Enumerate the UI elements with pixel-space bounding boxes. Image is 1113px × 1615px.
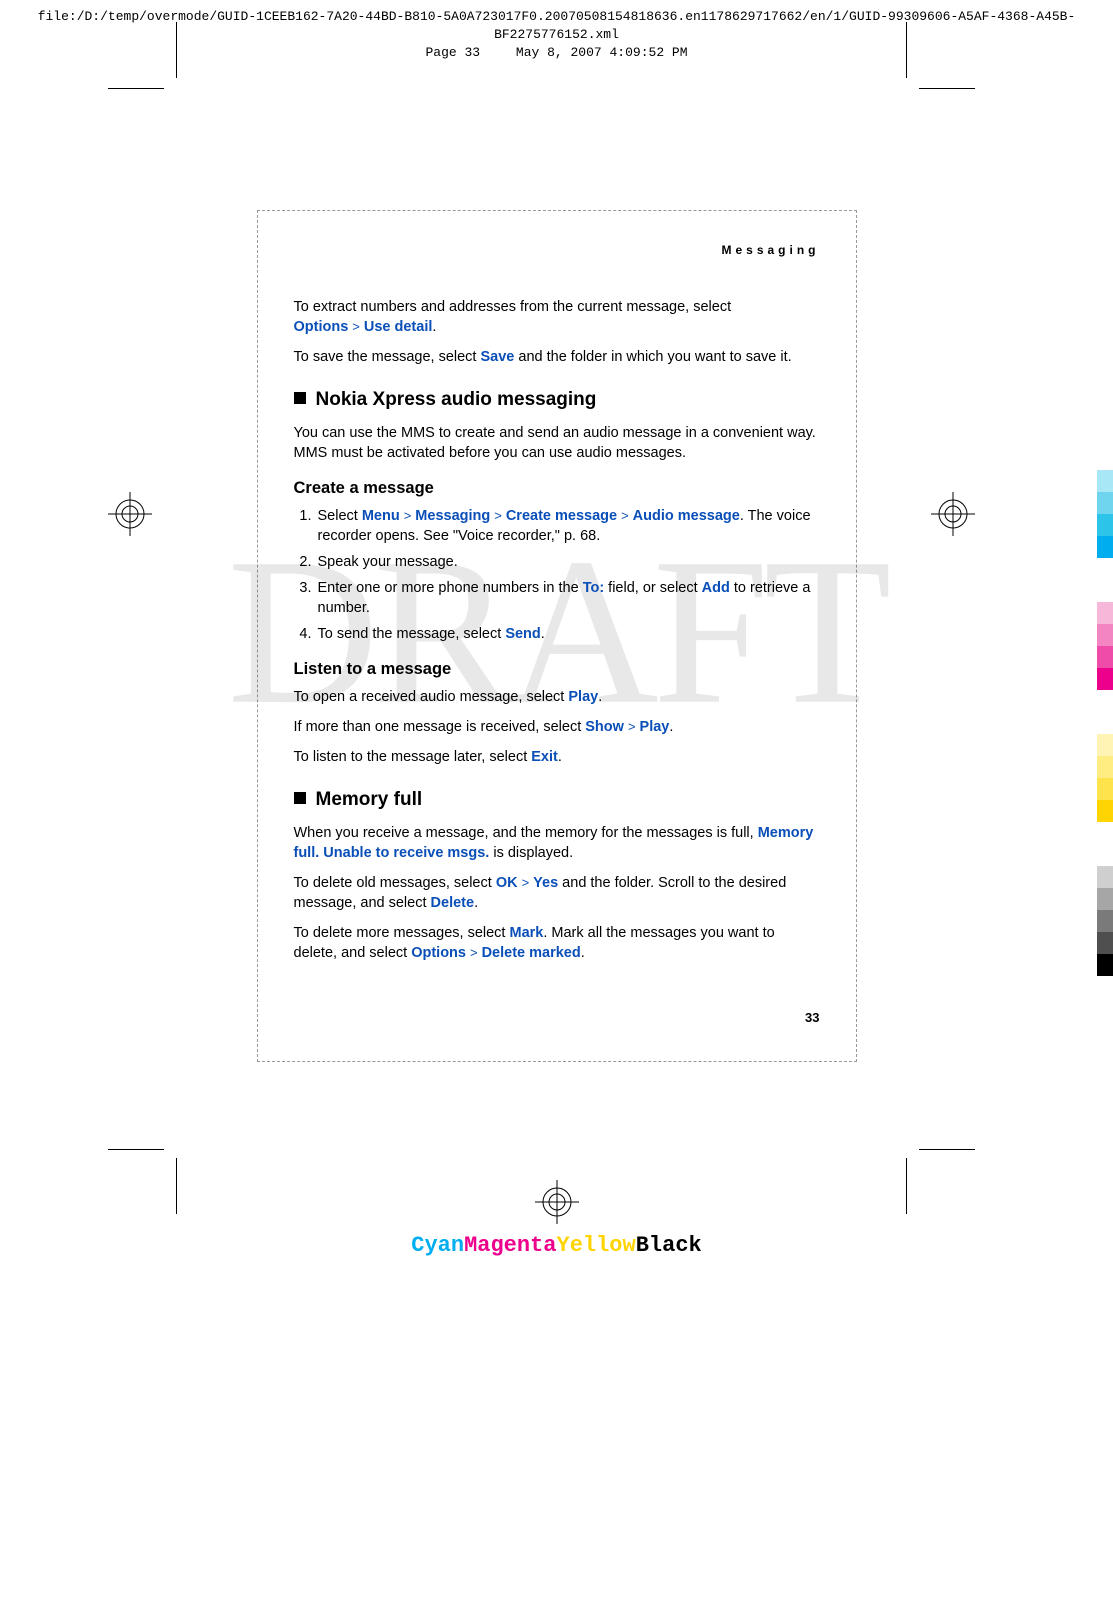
chevron-right-icon: > xyxy=(404,508,412,523)
menu-path-item: Save xyxy=(481,349,515,365)
menu-path-item: Play xyxy=(568,689,598,705)
crop-mark xyxy=(176,1158,177,1214)
square-bullet-icon xyxy=(294,392,306,404)
chevron-right-icon: > xyxy=(621,508,629,523)
chevron-right-icon: > xyxy=(352,319,360,334)
registration-mark-icon xyxy=(108,492,152,536)
crop-mark xyxy=(919,88,975,89)
page-area: DRAFT Messaging To extract numbers and a… xyxy=(0,70,1113,1282)
menu-path-item: Messaging xyxy=(415,508,490,524)
color-calibration-bars xyxy=(1097,470,1113,976)
file-meta-line: Page 33 May 8, 2007 4:09:52 PM xyxy=(0,45,1113,70)
menu-path-item: Play xyxy=(640,719,670,735)
menu-path-item: Use detail xyxy=(364,319,433,335)
paragraph: To extract numbers and addresses from th… xyxy=(294,297,820,337)
text: Select xyxy=(318,508,362,524)
crop-mark xyxy=(176,22,177,78)
text: To delete old messages, select xyxy=(294,875,496,891)
black-label: Black xyxy=(636,1233,702,1258)
menu-path-item: Menu xyxy=(362,508,400,524)
text: and the folder in which you want to save… xyxy=(514,349,791,365)
menu-path-item: Send xyxy=(505,626,540,642)
paragraph: To delete old messages, select OK>Yes an… xyxy=(294,873,820,913)
registration-mark-icon xyxy=(535,1180,579,1224)
paragraph: To save the message, select Save and the… xyxy=(294,347,820,367)
text: To delete more messages, select xyxy=(294,925,510,941)
text: . xyxy=(558,749,562,765)
build-timestamp: May 8, 2007 4:09:52 PM xyxy=(516,45,688,60)
crop-mark xyxy=(108,88,164,89)
text: To open a received audio message, select xyxy=(294,689,569,705)
menu-path-item: Options xyxy=(294,319,349,335)
text: . xyxy=(541,626,545,642)
text: . xyxy=(669,719,673,735)
heading-text: Memory full xyxy=(316,789,423,810)
paragraph: You can use the MMS to create and send a… xyxy=(294,423,820,463)
chevron-right-icon: > xyxy=(470,945,478,960)
cyan-label: Cyan xyxy=(411,1233,464,1258)
step-item: Enter one or more phone numbers in the T… xyxy=(316,578,820,618)
text: To send the message, select xyxy=(318,626,506,642)
running-head: Messaging xyxy=(294,243,820,257)
subheading-listen: Listen to a message xyxy=(294,658,820,681)
text: . xyxy=(598,689,602,705)
menu-path-item: Add xyxy=(702,580,730,596)
paragraph: To listen to the message later, select E… xyxy=(294,747,820,767)
file-path-header: file:/D:/temp/overmode/GUID-1CEEB162-7A2… xyxy=(0,0,1113,45)
step-item: Select Menu>Messaging>Create message>Aud… xyxy=(316,506,820,546)
menu-path-item: Delete xyxy=(431,895,475,911)
chevron-right-icon: > xyxy=(522,875,530,890)
text: To extract numbers and addresses from th… xyxy=(294,299,732,315)
content-frame: DRAFT Messaging To extract numbers and a… xyxy=(257,210,857,1062)
cmyk-footer: CyanMagentaYellowBlack xyxy=(0,1233,1113,1258)
text: Enter one or more phone numbers in the xyxy=(318,580,583,596)
paragraph: To open a received audio message, select… xyxy=(294,687,820,707)
menu-path-item: Delete marked xyxy=(482,945,581,961)
text: To listen to the message later, select xyxy=(294,749,532,765)
page-number: 33 xyxy=(294,1009,820,1027)
yellow-label: Yellow xyxy=(557,1233,636,1258)
crop-mark xyxy=(108,1149,164,1150)
chevron-right-icon: > xyxy=(628,719,636,734)
square-bullet-icon xyxy=(294,792,306,804)
menu-path-item: Show xyxy=(585,719,624,735)
menu-path-item: Mark xyxy=(510,925,544,941)
paragraph: To delete more messages, select Mark. Ma… xyxy=(294,923,820,963)
page-label: Page 33 xyxy=(425,45,480,60)
section-heading-xpress: Nokia Xpress audio messaging xyxy=(294,387,820,413)
crop-mark xyxy=(906,22,907,78)
crop-mark xyxy=(919,1149,975,1150)
document-body: To extract numbers and addresses from th… xyxy=(294,297,820,1027)
step-item: Speak your message. xyxy=(316,552,820,572)
menu-path-item: Audio message xyxy=(633,508,740,524)
text: If more than one message is received, se… xyxy=(294,719,586,735)
registration-mark-icon xyxy=(931,492,975,536)
section-heading-memory: Memory full xyxy=(294,787,820,813)
text: When you receive a message, and the memo… xyxy=(294,825,758,841)
steps-list: Select Menu>Messaging>Create message>Aud… xyxy=(294,506,820,644)
chevron-right-icon: > xyxy=(494,508,502,523)
step-item: To send the message, select Send. xyxy=(316,624,820,644)
text: is displayed. xyxy=(489,845,573,861)
text: To save the message, select xyxy=(294,349,481,365)
magenta-label: Magenta xyxy=(464,1233,556,1258)
subheading-create: Create a message xyxy=(294,477,820,500)
text: . xyxy=(474,895,478,911)
paragraph: If more than one message is received, se… xyxy=(294,717,820,737)
menu-path-item: OK xyxy=(496,875,518,891)
menu-path-item: Exit xyxy=(531,749,558,765)
text: field, or select xyxy=(604,580,702,596)
field-label: To: xyxy=(583,580,604,596)
crop-mark xyxy=(906,1158,907,1214)
menu-path-item: Options xyxy=(411,945,466,961)
menu-path-item: Create message xyxy=(506,508,617,524)
text: . xyxy=(581,945,585,961)
text: . xyxy=(432,319,436,335)
menu-path-item: Yes xyxy=(533,875,558,891)
heading-text: Nokia Xpress audio messaging xyxy=(316,389,597,410)
paragraph: When you receive a message, and the memo… xyxy=(294,823,820,863)
